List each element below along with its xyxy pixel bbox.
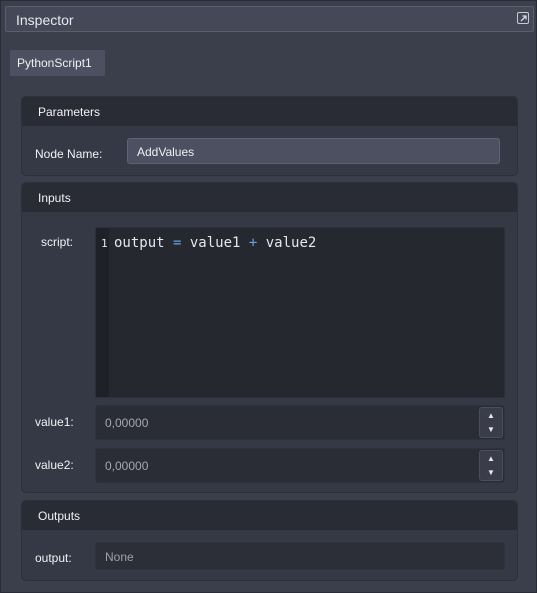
line-number-gutter: 1	[96, 228, 109, 397]
value2-label: value2:	[35, 458, 74, 472]
value2-spinbox[interactable]: 0,00000 ▲ ▼	[95, 448, 505, 483]
inputs-header[interactable]: Inputs	[22, 183, 517, 212]
node-name-label: Node Name:	[35, 147, 103, 161]
output-field: None	[95, 542, 505, 570]
value1-increment-icon[interactable]: ▲	[480, 409, 502, 423]
script-label: script:	[41, 235, 74, 249]
parameters-header[interactable]: Parameters	[22, 97, 517, 126]
output-label: output:	[35, 551, 72, 565]
value1-spinbox[interactable]: 0,00000 ▲ ▼	[95, 405, 505, 440]
value2-stepper: ▲ ▼	[479, 450, 503, 481]
node-name-field[interactable]: AddValues	[127, 138, 500, 164]
code-token: value2	[257, 235, 317, 251]
value1-stepper: ▲ ▼	[479, 407, 503, 438]
value2-increment-icon[interactable]: ▲	[480, 452, 502, 466]
code-line: output = value1 + value2	[114, 235, 316, 251]
inputs-group: Inputs script: 1 output = value1 + value…	[21, 182, 518, 493]
value2-decrement-icon[interactable]: ▼	[480, 466, 502, 480]
popout-window-icon[interactable]	[517, 12, 529, 24]
value1-value: 0,00000	[105, 416, 149, 430]
outputs-group: Outputs output: None	[21, 500, 518, 581]
code-token: output	[114, 235, 174, 251]
output-value: None	[105, 550, 134, 564]
outputs-header[interactable]: Outputs	[22, 501, 517, 530]
inspector-title: Inspector	[16, 12, 74, 28]
parameters-group: Parameters Node Name: AddValues	[21, 96, 518, 176]
value1-label: value1:	[35, 415, 74, 429]
inspector-panel: Inspector PythonScript1 Parameters Node …	[0, 0, 537, 593]
parameters-title: Parameters	[38, 105, 101, 119]
line-number: 1	[101, 237, 108, 250]
node-tab-label: PythonScript1	[17, 56, 92, 70]
outputs-title: Outputs	[38, 509, 81, 523]
value2-value: 0,00000	[105, 459, 149, 473]
value1-decrement-icon[interactable]: ▼	[480, 423, 502, 437]
inputs-title: Inputs	[38, 191, 71, 205]
script-editor[interactable]: 1 output = value1 + value2	[95, 227, 505, 398]
code-token: value1	[181, 235, 249, 251]
node-tab-pythonscript1[interactable]: PythonScript1	[10, 50, 105, 76]
inspector-title-bar: Inspector	[5, 6, 534, 32]
